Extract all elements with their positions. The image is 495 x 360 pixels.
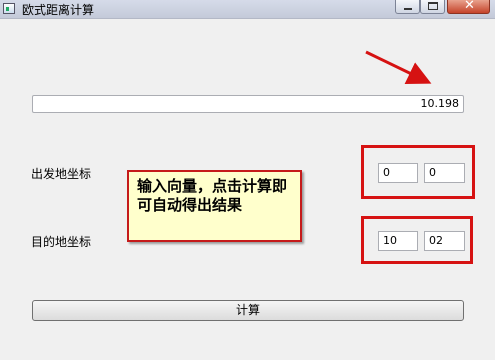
start-x-input[interactable]: 0 xyxy=(378,163,418,183)
maximize-icon xyxy=(428,2,438,10)
maximize-button[interactable] xyxy=(420,0,445,14)
window-title: 欧式距离计算 xyxy=(22,3,95,17)
close-button[interactable]: ✕ xyxy=(447,0,490,14)
minimize-icon xyxy=(404,8,412,10)
annotation-arrow-icon xyxy=(365,50,432,84)
end-coordinate-label: 目的地坐标 xyxy=(31,235,92,249)
end-x-input[interactable]: 10 xyxy=(378,231,418,251)
calculate-button[interactable]: 计算 xyxy=(32,300,464,321)
end-y-input[interactable]: 02 xyxy=(424,231,465,251)
distance-result-field[interactable]: 10.198 xyxy=(32,95,464,113)
title-bar[interactable]: 欧式距离计算 ✕ xyxy=(0,0,495,19)
app-icon xyxy=(3,3,15,14)
close-icon: ✕ xyxy=(464,0,475,13)
app-window: 欧式距离计算 ✕ 10.198 出发地坐标 目的地坐标 0 0 10 02 输入… xyxy=(0,0,495,360)
minimize-button[interactable] xyxy=(395,0,420,14)
start-coordinate-label: 出发地坐标 xyxy=(31,167,92,181)
instruction-callout: 输入向量，点击计算即可自动得出结果 xyxy=(127,170,302,242)
start-y-input[interactable]: 0 xyxy=(424,163,465,183)
